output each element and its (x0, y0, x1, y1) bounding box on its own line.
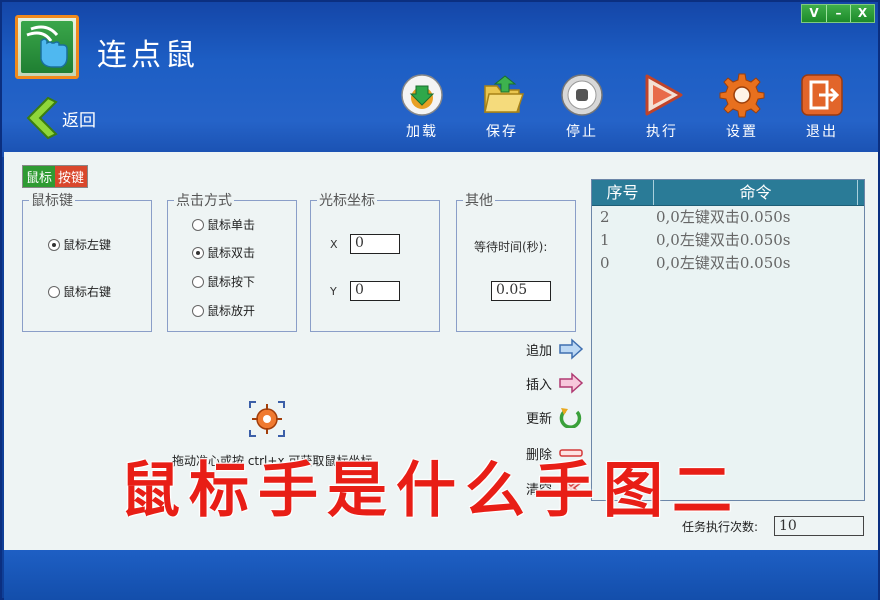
back-button[interactable]: 返回 (20, 94, 120, 142)
refresh-icon (559, 408, 582, 428)
app-title: 连点鼠 (97, 38, 199, 73)
save-folder-icon (484, 75, 525, 113)
click-mode-legend: 点击方式 (176, 193, 232, 209)
load-button[interactable]: 加载 (382, 72, 462, 141)
other-legend: 其他 (465, 193, 493, 209)
app-logo (15, 15, 79, 79)
row-seq: 1 (600, 231, 610, 249)
row-command: 0,0左键双击0.050s (656, 254, 791, 272)
radio-right-button[interactable]: 鼠标右键 (48, 283, 111, 300)
radio-left-label: 鼠标左键 (63, 238, 112, 252)
stop-label: 停止 (566, 124, 598, 140)
arrow-right-blue-icon (559, 338, 584, 360)
run-button[interactable]: 执行 (622, 72, 702, 141)
load-icon (401, 74, 443, 116)
chevron-left-icon (26, 96, 58, 140)
radio-dot-selected (48, 238, 60, 251)
command-list-header: 序号 命令 (592, 180, 864, 206)
arrow-right-pink-icon (559, 372, 584, 394)
radio-press[interactable]: 鼠标按下 (192, 273, 255, 290)
radio-double-click[interactable]: 鼠标双击 (192, 244, 255, 261)
exit-label: 退出 (806, 124, 838, 140)
minimize-button[interactable]: – (826, 5, 850, 22)
mouse-key-legend: 鼠标键 (31, 193, 73, 209)
mode-tabs: 鼠标 按键 (22, 165, 89, 188)
play-icon (645, 74, 683, 116)
tab-mouse[interactable]: 鼠标 (23, 166, 56, 187)
stop-button[interactable]: 停止 (542, 72, 622, 141)
app-window: V – X 连点鼠 返回 加载 保存 停止 执行 设置 退出 鼠标 按键 鼠标键… (0, 0, 880, 600)
exit-icon (801, 74, 843, 116)
save-button[interactable]: 保存 (462, 72, 542, 141)
tab-keyboard[interactable]: 按键 (55, 166, 88, 187)
header-seq[interactable]: 序号 (592, 180, 654, 205)
insert-button[interactable]: 插入 (526, 372, 584, 394)
radio-dot (192, 275, 204, 288)
radio-left-button[interactable]: 鼠标左键 (48, 236, 111, 253)
x-field[interactable]: 0 (350, 234, 400, 254)
radio-release-label: 鼠标放开 (207, 304, 256, 318)
exit-button[interactable]: 退出 (782, 72, 862, 141)
radio-single-click-label: 鼠标单击 (207, 218, 256, 232)
row-seq: 2 (600, 208, 610, 226)
row-seq: 0 (600, 254, 610, 272)
row-command: 0,0左键双击0.050s (656, 208, 791, 226)
cursor-coord-legend: 光标坐标 (319, 193, 375, 209)
settings-label: 设置 (726, 124, 758, 140)
radio-press-label: 鼠标按下 (207, 275, 256, 289)
insert-label: 插入 (526, 377, 553, 393)
load-label: 加载 (406, 124, 438, 140)
update-button[interactable]: 更新 (526, 406, 584, 428)
hand-pointer-icon (26, 25, 68, 68)
window-controls: V – X (801, 4, 875, 23)
minimize-to-tray-button[interactable]: V (802, 5, 826, 22)
append-button[interactable]: 追加 (526, 338, 584, 360)
watermark-caption: 鼠标手是什么手图二 (120, 456, 741, 526)
update-label: 更新 (526, 411, 553, 427)
y-field[interactable]: 0 (350, 281, 400, 301)
row-command: 0,0左键双击0.050s (656, 231, 791, 249)
save-label: 保存 (486, 124, 518, 140)
mouse-key-group: 鼠标键 (22, 190, 152, 332)
run-label: 执行 (646, 124, 678, 140)
crosshair-target-icon[interactable] (248, 400, 286, 438)
toolbar: 加载 保存 停止 执行 设置 退出 (382, 72, 862, 141)
radio-dot (192, 304, 204, 317)
append-label: 追加 (526, 343, 553, 359)
wait-time-field[interactable]: 0.05 (491, 281, 551, 301)
radio-double-click-label: 鼠标双击 (207, 246, 256, 260)
list-item[interactable]: 1 0,0左键双击0.050s (592, 229, 864, 252)
list-item[interactable]: 0 0,0左键双击0.050s (592, 252, 864, 275)
y-label: Y (330, 285, 337, 298)
cursor-coord-group: 光标坐标 (310, 190, 440, 332)
radio-dot (48, 285, 60, 298)
radio-right-label: 鼠标右键 (63, 285, 112, 299)
wait-time-label: 等待时间(秒): (474, 240, 548, 254)
list-item[interactable]: 2 0,0左键双击0.050s (592, 206, 864, 229)
radio-dot-selected (192, 246, 204, 259)
x-label: X (330, 238, 338, 251)
radio-release[interactable]: 鼠标放开 (192, 302, 255, 319)
gear-icon (719, 73, 765, 118)
back-label: 返回 (62, 110, 96, 131)
stop-icon (561, 74, 603, 116)
settings-button[interactable]: 设置 (702, 72, 782, 141)
radio-single-click[interactable]: 鼠标单击 (192, 216, 255, 233)
close-button[interactable]: X (850, 5, 874, 22)
other-group: 其他 (456, 190, 576, 332)
header-command[interactable]: 命令 (654, 180, 858, 205)
task-count-field[interactable]: 10 (774, 516, 864, 536)
main-panel: 鼠标 按键 鼠标键 鼠标左键 鼠标右键 点击方式 鼠标单击 鼠标双击 鼠标按下 (4, 152, 878, 550)
radio-dot (192, 218, 204, 231)
footer-bar (4, 550, 878, 600)
